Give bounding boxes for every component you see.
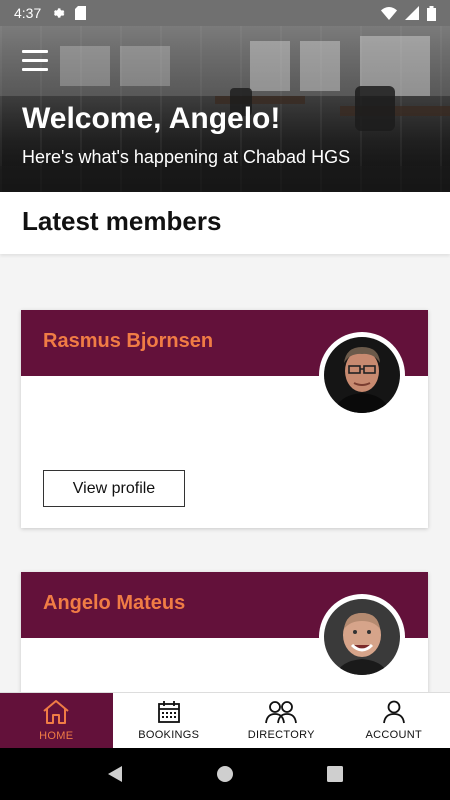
battery-icon bbox=[427, 5, 436, 21]
nav-label-bookings: BOOKINGS bbox=[138, 729, 200, 741]
welcome-subtitle: Here's what's happening at Chabad HGS bbox=[22, 147, 351, 167]
nav-label-account: ACCOUNT bbox=[365, 729, 422, 741]
section-title: Latest members bbox=[22, 206, 222, 236]
home-circle-icon[interactable] bbox=[205, 754, 245, 794]
people-icon bbox=[265, 700, 298, 724]
user-icon bbox=[382, 700, 406, 724]
member-name: Angelo Mateus bbox=[43, 592, 186, 614]
member-name: Rasmus Bjornsen bbox=[43, 330, 214, 352]
signal-icon bbox=[405, 6, 419, 20]
status-time: 4:37 bbox=[14, 5, 42, 21]
nav-label-directory: DIRECTORY bbox=[247, 729, 315, 741]
back-icon[interactable] bbox=[95, 754, 135, 794]
nav-item-directory[interactable]: DIRECTORY bbox=[225, 693, 338, 748]
nav-item-home[interactable]: HOME bbox=[0, 693, 113, 748]
welcome-title: Welcome, Angelo! bbox=[22, 102, 281, 135]
status-bar: 4:37 bbox=[0, 0, 450, 26]
settings-icon bbox=[51, 6, 65, 20]
member-card[interactable]: Rasmus Bjornsen View profile bbox=[21, 310, 428, 528]
section-header: Latest members bbox=[0, 192, 450, 254]
bottom-navigation: HOME BOOKINGS DIRECTORY ACCOUNT bbox=[0, 692, 450, 748]
member-card[interactable]: Angelo Mateus bbox=[21, 572, 428, 712]
home-icon bbox=[42, 699, 70, 725]
sd-card-icon bbox=[75, 6, 87, 20]
hamburger-menu-icon[interactable] bbox=[22, 50, 50, 72]
wifi-icon bbox=[381, 6, 397, 20]
nav-label-home: HOME bbox=[39, 730, 74, 742]
nav-item-account[interactable]: ACCOUNT bbox=[338, 693, 450, 748]
hero-banner: Welcome, Angelo! Here's what's happening… bbox=[0, 26, 450, 192]
recents-icon[interactable] bbox=[315, 754, 355, 794]
system-navigation-bar bbox=[0, 748, 450, 800]
member-avatar[interactable] bbox=[319, 332, 405, 418]
calendar-icon bbox=[157, 700, 181, 724]
member-avatar[interactable] bbox=[319, 594, 405, 680]
view-profile-button[interactable]: View profile bbox=[43, 470, 185, 507]
nav-item-bookings[interactable]: BOOKINGS bbox=[113, 693, 226, 748]
